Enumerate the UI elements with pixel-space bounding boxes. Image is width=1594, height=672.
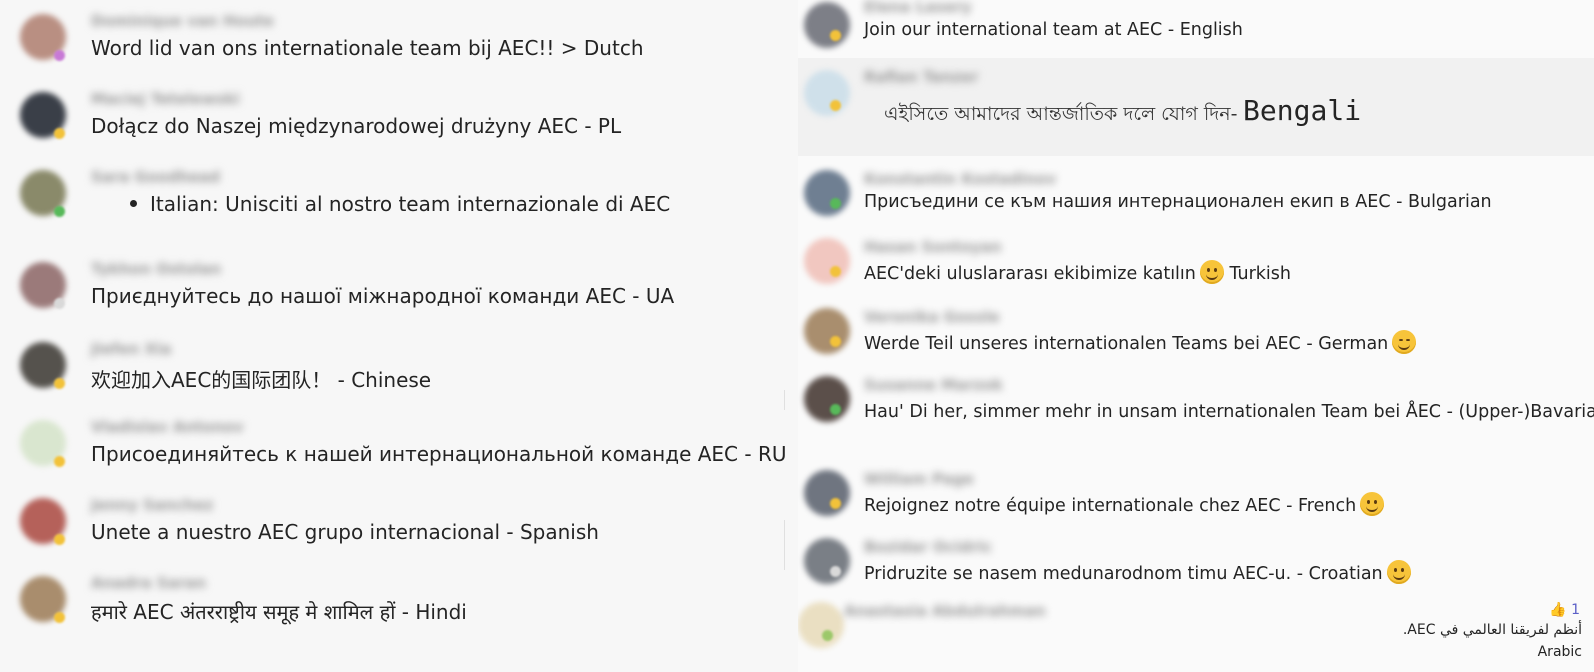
message-row[interactable]: Tykhon Ostolan Приєднуйтесь до нашої міжн… bbox=[0, 258, 798, 336]
message-row[interactable]: Maciej Tetelewski Dołącz do Naszej między… bbox=[0, 88, 798, 166]
message-row[interactable]: Jenny Sanchez Unete a nuestro AEC grupo i… bbox=[0, 494, 798, 572]
message-row[interactable]: Bozidar Ocidric Pridruzite se nasem medun… bbox=[798, 536, 1594, 602]
reaction-badge[interactable]: 👍 1 bbox=[1549, 602, 1580, 618]
message-text: Присъедини се към нашия интернационален … bbox=[864, 192, 1492, 212]
smile-emoji-icon bbox=[1360, 492, 1385, 516]
message-row[interactable]: Sara Goodhead Italian: Unisciti al nostro… bbox=[0, 166, 798, 244]
message-text: Pridruzite se nasem medunarodnom timu AE… bbox=[864, 560, 1411, 584]
presence-badge bbox=[830, 198, 841, 209]
smile-emoji-icon bbox=[1199, 260, 1224, 284]
sender-name[interactable]: Anastasia Abdulrahman bbox=[844, 602, 1046, 620]
sender-name[interactable]: Anadra Saran bbox=[91, 574, 206, 592]
presence-badge bbox=[830, 404, 841, 415]
message-text-main: AEC'deki uluslararası ekibimize katılın bbox=[864, 264, 1196, 284]
message-row[interactable]: Veronika Gossle Werde Teil unseres intern… bbox=[798, 306, 1594, 372]
chat-column-left: Dominique van Houte Word lid van ons inte… bbox=[0, 0, 798, 672]
sender-name[interactable]: Veronika Gossle bbox=[864, 308, 1000, 326]
message-text: Word lid van ons internationale team bij… bbox=[91, 36, 644, 60]
wink-emoji-icon bbox=[1392, 330, 1417, 354]
language-label: Turkish bbox=[1229, 264, 1291, 284]
presence-badge bbox=[54, 534, 65, 545]
message-text: Unete a nuestro AEC grupo internacional … bbox=[91, 520, 599, 544]
chat-column-right: Elena Lasery Join our international team … bbox=[798, 0, 1594, 672]
sender-name[interactable]: Sara Goodhead bbox=[91, 168, 220, 186]
message-text: Dołącz do Naszej międzynarodowej drużyny… bbox=[91, 114, 622, 138]
message-text: Присоединяйтесь к нашей интернационально… bbox=[91, 442, 787, 466]
message-text-main: Pridruzite se nasem medunarodnom timu AE… bbox=[864, 564, 1383, 584]
message-text: এইসিতে আমাদের আন্তর্জাতিক দলে যোগ দিন- B… bbox=[884, 94, 1361, 132]
avatar[interactable] bbox=[804, 238, 850, 284]
presence-badge bbox=[54, 612, 65, 623]
sender-name[interactable]: Jiefen Xia bbox=[91, 340, 171, 358]
sender-name[interactable]: William Page bbox=[864, 470, 974, 488]
avatar[interactable] bbox=[804, 308, 850, 354]
presence-badge bbox=[822, 630, 833, 641]
message-text-main: Hau' Di her, simmer mehr in unsam intern… bbox=[864, 402, 1594, 422]
avatar[interactable] bbox=[804, 470, 850, 516]
message-row[interactable]: Dominique van Houte Word lid van ons inte… bbox=[0, 10, 798, 88]
message-text: Werde Teil unseres internationalen Teams… bbox=[864, 330, 1417, 354]
sender-name[interactable]: Susanne Marzok bbox=[864, 376, 1003, 394]
avatar[interactable] bbox=[804, 538, 850, 584]
column-divider bbox=[784, 520, 785, 570]
list-bullet bbox=[130, 200, 137, 207]
sender-name[interactable]: Bozidar Ocidric bbox=[864, 538, 992, 556]
message-text-main: Werde Teil unseres internationalen Teams… bbox=[864, 334, 1389, 354]
message-row[interactable]: Susanne Marzok Hau' Di her, simmer mehr i… bbox=[798, 374, 1594, 440]
message-row[interactable]: Anadra Saran हमारे AEC अंतरराष्ट्रीय समूह… bbox=[0, 572, 798, 650]
avatar[interactable] bbox=[804, 70, 850, 116]
language-label: Bengali bbox=[1243, 94, 1362, 127]
presence-badge bbox=[54, 456, 65, 467]
reaction-count: 1 bbox=[1566, 602, 1580, 618]
message-row[interactable]: William Page Rejoignez notre équipe inter… bbox=[798, 468, 1594, 534]
message-row[interactable]: Vladislav Antonov Присоединяйтесь к нашей… bbox=[0, 416, 798, 494]
bengali-text: এইসিতে আমাদের আন্তর্জাতিক দলে যোগ দিন- bbox=[884, 103, 1238, 125]
column-divider bbox=[784, 390, 785, 410]
message-text-main: Join our international team at AEC - Eng… bbox=[864, 20, 1243, 40]
avatar[interactable] bbox=[798, 602, 844, 648]
presence-badge bbox=[830, 100, 841, 111]
sender-name[interactable]: Hasan Sontoyan bbox=[864, 238, 1001, 256]
sender-name[interactable]: Tykhon Ostolan bbox=[91, 260, 221, 278]
presence-badge bbox=[54, 378, 65, 389]
language-label: Arabic bbox=[1537, 644, 1582, 660]
message-text: हमारे AEC अंतरराष्ट्रीय समूह मे शामिल हो… bbox=[91, 600, 467, 624]
avatar[interactable] bbox=[804, 376, 850, 422]
presence-badge bbox=[830, 566, 841, 577]
avatar[interactable] bbox=[804, 2, 850, 48]
presence-badge bbox=[830, 266, 841, 277]
message-text-main: Rejoignez notre équipe internationale ch… bbox=[864, 496, 1357, 516]
presence-badge bbox=[54, 50, 65, 61]
presence-badge bbox=[830, 498, 841, 509]
message-row[interactable]: Elena Lasery Join our international team … bbox=[798, 0, 1594, 66]
thumbs-up-icon: 👍 bbox=[1549, 602, 1567, 618]
message-text: 欢迎加入AEC的国际团队！ - Chinese bbox=[91, 368, 432, 392]
message-text: Hau' Di her, simmer mehr in unsam intern… bbox=[864, 398, 1594, 422]
message-text: Rejoignez notre équipe internationale ch… bbox=[864, 492, 1385, 516]
sender-name[interactable]: Rafian Tanzer bbox=[864, 68, 978, 86]
arabic-message-text: أنظم لفريقنا العالمي في AEC. bbox=[1402, 622, 1582, 638]
presence-badge bbox=[54, 128, 65, 139]
presence-badge bbox=[830, 30, 841, 41]
avatar[interactable] bbox=[804, 170, 850, 216]
message-text: AEC'deki uluslararası ekibimize katılın … bbox=[864, 260, 1291, 284]
sender-name[interactable]: Dominique van Houte bbox=[91, 12, 274, 30]
sender-name[interactable]: Vladislav Antonov bbox=[91, 418, 243, 436]
message-row[interactable]: Rafian Tanzer এইসিতে আমাদের আন্তর্জাতিক দ… bbox=[798, 66, 1594, 162]
message-text-main: Присъедини се към нашия интернационален … bbox=[864, 192, 1492, 212]
message-row[interactable]: Hasan Sontoyan AEC'deki uluslararası ekib… bbox=[798, 236, 1594, 302]
presence-badge bbox=[54, 206, 65, 217]
message-text: Italian: Unisciti al nostro team interna… bbox=[150, 192, 671, 216]
message-text: Join our international team at AEC - Eng… bbox=[864, 20, 1243, 40]
message-row[interactable]: Konstantin Kostadinov Присъедини се към н… bbox=[798, 168, 1594, 234]
sender-name[interactable]: Konstantin Kostadinov bbox=[864, 170, 1056, 188]
sender-name[interactable]: Maciej Tetelewski bbox=[91, 90, 240, 108]
smile-emoji-icon bbox=[1386, 560, 1411, 584]
message-text: Приєднуйтесь до нашої міжнародної команд… bbox=[91, 284, 675, 308]
presence-badge bbox=[830, 336, 841, 347]
message-row[interactable]: Jiefen Xia 欢迎加入AEC的国际团队！ - Chinese bbox=[0, 338, 798, 416]
sender-name[interactable]: Elena Lasery bbox=[864, 0, 972, 16]
sender-name[interactable]: Jenny Sanchez bbox=[91, 496, 213, 514]
presence-badge bbox=[54, 298, 65, 309]
